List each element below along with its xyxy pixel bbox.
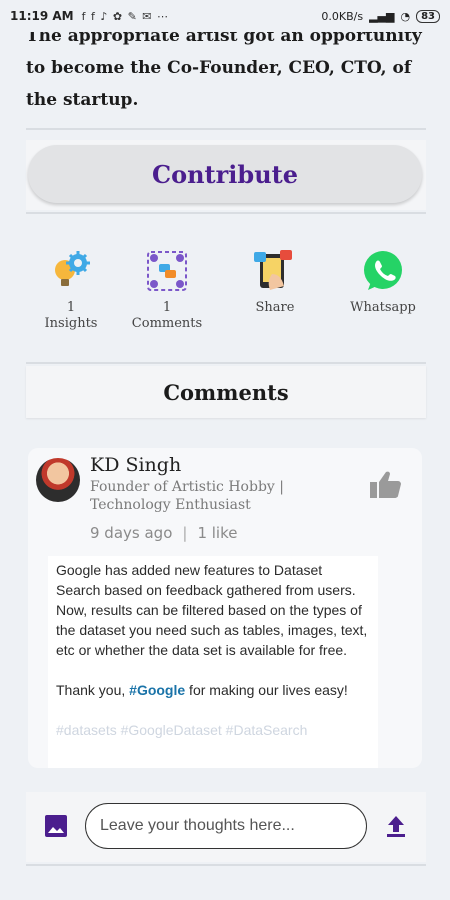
battery-icon: 83: [416, 9, 440, 23]
comments-action[interactable]: 1 Comments: [122, 240, 212, 332]
contribute-button[interactable]: Contribute: [28, 145, 422, 203]
faded-hashtags: #datasets #GoogleDataset #DataSearch: [56, 722, 308, 738]
share-phone-icon: [254, 250, 292, 290]
comments-label: Comments: [131, 316, 203, 331]
people-chat-icon: [147, 251, 187, 291]
network-speed: 0.0KB/s: [321, 9, 364, 23]
divider: [26, 212, 426, 214]
comment-author[interactable]: KD Singh: [90, 454, 181, 476]
share-action[interactable]: Share: [230, 240, 320, 316]
whatsapp-label: Whatsapp: [350, 300, 416, 315]
comment-input[interactable]: [85, 803, 367, 849]
comment-card: KD Singh Founder of Artistic Hobby | Tec…: [28, 448, 422, 768]
signal-icon: ▂▄▆: [369, 9, 395, 23]
thumbs-up-icon[interactable]: [368, 470, 402, 500]
notification-icons: f f ♪ ✿ ✎ ✉ ⋯: [81, 9, 170, 23]
comment-composer: [26, 792, 426, 862]
insights-label: Insights: [44, 316, 98, 331]
status-bar: 11:19 AM f f ♪ ✿ ✎ ✉ ⋯ 0.0KB/s ▂▄▆ ◔ 83: [0, 0, 450, 32]
thanks-suffix: for making our lives easy!: [185, 682, 348, 698]
comment-paragraph: Google has added new features to Dataset…: [56, 562, 368, 658]
thanks-text: Thank you,: [56, 682, 130, 698]
whatsapp-action[interactable]: Whatsapp: [338, 240, 428, 316]
comments-heading: Comments: [26, 366, 426, 418]
divider: [26, 128, 426, 130]
comment-author-role: Founder of Artistic Hobby | Technology E…: [90, 479, 284, 513]
insights-count: 1: [66, 300, 76, 315]
whatsapp-icon: [364, 251, 402, 290]
avatar[interactable]: [36, 458, 80, 502]
insights-action[interactable]: 1 Insights: [26, 240, 116, 332]
intro-text: The appropriate artist got an opportunit…: [26, 26, 422, 110]
lightbulb-gear-icon: [55, 251, 90, 286]
comment-body: Google has added new features to Dataset…: [48, 556, 378, 768]
wifi-icon: ◔: [400, 9, 411, 23]
comment-paragraph: Thank you, #Google for making our lives …: [56, 680, 370, 700]
status-right: 0.0KB/s ▂▄▆ ◔ 83: [321, 9, 440, 23]
actions-row: 1 Insights 1 Comments Share Whatsapp: [26, 240, 426, 340]
comment-likes: 1 like: [197, 524, 238, 542]
contribute-section: Contribute: [26, 140, 426, 210]
upload-icon[interactable]: [384, 814, 408, 838]
divider: [26, 864, 426, 866]
share-label: Share: [255, 300, 295, 315]
meta-separator: |: [182, 524, 188, 542]
hashtag-link[interactable]: #Google: [129, 682, 185, 698]
image-icon[interactable]: [44, 814, 68, 838]
comments-count: 1: [162, 300, 172, 315]
divider: [26, 362, 426, 364]
comment-time: 9 days ago: [90, 524, 173, 542]
status-time: 11:19 AM: [10, 9, 74, 23]
comment-meta: 9 days ago | 1 like: [90, 524, 237, 542]
